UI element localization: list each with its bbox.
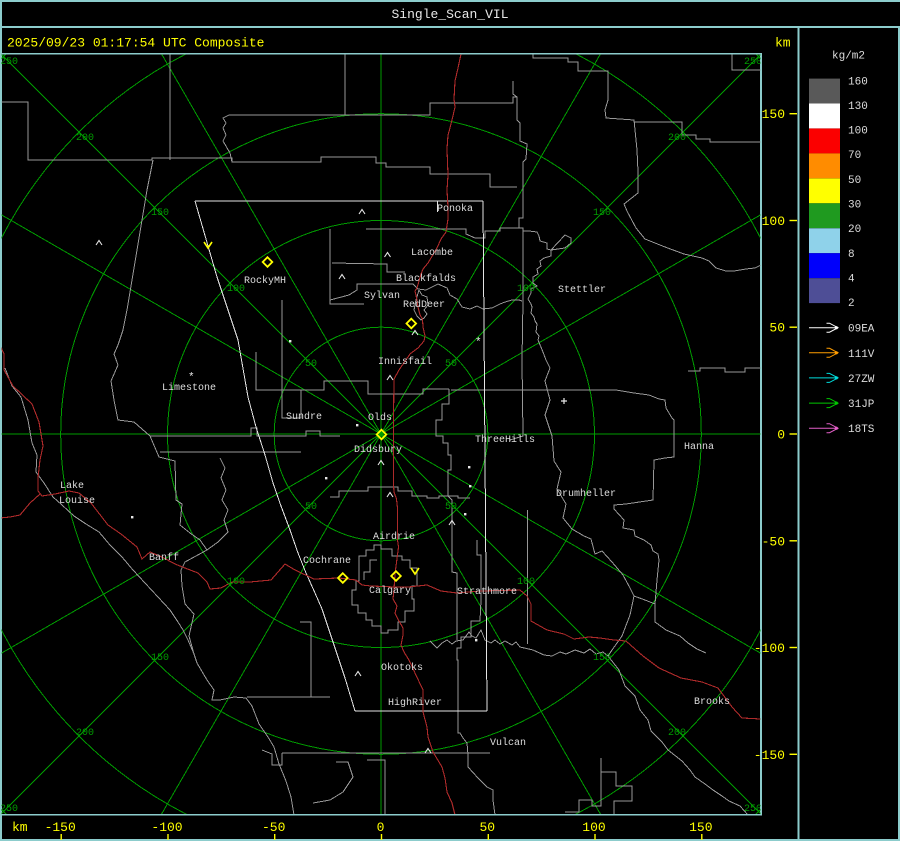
svg-text:31JP: 31JP xyxy=(848,399,875,411)
svg-text:Single_Scan_VIL: Single_Scan_VIL xyxy=(391,7,508,22)
svg-text:130: 130 xyxy=(848,101,868,113)
svg-text:HighRiver: HighRiver xyxy=(388,697,442,709)
svg-text:Didsbury: Didsbury xyxy=(354,444,402,456)
svg-text:2025/09/23 01:17:54 UTC Compos: 2025/09/23 01:17:54 UTC Composite xyxy=(7,36,264,51)
svg-text:km: km xyxy=(775,36,791,51)
svg-text:Ponoka: Ponoka xyxy=(437,203,473,215)
svg-text:*: * xyxy=(475,337,482,349)
svg-text:100: 100 xyxy=(227,577,245,588)
svg-text:0: 0 xyxy=(377,820,385,835)
svg-text:RockyMH: RockyMH xyxy=(244,275,286,287)
svg-text:-100: -100 xyxy=(754,641,785,656)
svg-text:200: 200 xyxy=(76,728,94,739)
svg-text:150: 150 xyxy=(151,653,169,664)
svg-text:100: 100 xyxy=(227,284,245,295)
svg-text:km: km xyxy=(12,820,28,835)
svg-text:Banff: Banff xyxy=(149,552,179,564)
svg-text:50: 50 xyxy=(445,502,457,513)
svg-text:ThreeHills: ThreeHills xyxy=(475,434,535,446)
svg-text:250: 250 xyxy=(744,804,762,815)
svg-text:150: 150 xyxy=(593,208,611,219)
svg-text:250: 250 xyxy=(744,57,762,68)
svg-text:70: 70 xyxy=(848,150,861,162)
svg-text:Strathmore: Strathmore xyxy=(457,586,517,598)
svg-text:Innisfail: Innisfail xyxy=(378,356,432,368)
svg-text:Vulcan: Vulcan xyxy=(490,737,526,749)
svg-text:Drumheller: Drumheller xyxy=(556,488,616,500)
svg-text:Blackfalds: Blackfalds xyxy=(396,273,456,285)
svg-text:kg/m2: kg/m2 xyxy=(832,51,865,63)
svg-text:18TS: 18TS xyxy=(848,424,875,436)
svg-text:-50: -50 xyxy=(262,820,285,835)
svg-text:Hanna: Hanna xyxy=(684,442,714,453)
svg-text:Calgary: Calgary xyxy=(369,585,411,597)
svg-text:Sylvan: Sylvan xyxy=(364,290,400,302)
svg-text:100: 100 xyxy=(848,126,868,138)
svg-text:160: 160 xyxy=(848,76,868,88)
svg-text:111V: 111V xyxy=(848,349,875,361)
svg-text:50: 50 xyxy=(445,359,457,370)
svg-text:20: 20 xyxy=(848,224,861,236)
svg-text:250: 250 xyxy=(0,57,18,68)
svg-text:100: 100 xyxy=(517,284,535,295)
svg-text:-100: -100 xyxy=(151,820,182,835)
svg-text:-50: -50 xyxy=(762,534,785,549)
svg-text:09EA: 09EA xyxy=(848,324,875,336)
svg-text:100: 100 xyxy=(762,214,785,229)
svg-text:200: 200 xyxy=(668,133,686,144)
svg-text:50: 50 xyxy=(479,820,495,835)
svg-text:Airdrie: Airdrie xyxy=(373,531,415,543)
svg-text:Lake: Lake xyxy=(60,480,84,492)
svg-text:Sundre: Sundre xyxy=(286,411,322,423)
svg-text:150: 150 xyxy=(151,208,169,219)
svg-text:100: 100 xyxy=(517,577,535,588)
svg-text:30: 30 xyxy=(848,200,861,212)
svg-text:Brooks: Brooks xyxy=(694,696,730,708)
svg-text:0: 0 xyxy=(777,428,785,443)
svg-text:50: 50 xyxy=(305,359,317,370)
svg-text:Okotoks: Okotoks xyxy=(381,662,423,674)
svg-text:Stettler: Stettler xyxy=(558,284,606,296)
svg-text:RedDeer: RedDeer xyxy=(403,299,445,311)
svg-text:Cochrane: Cochrane xyxy=(303,555,351,567)
svg-text:200: 200 xyxy=(76,133,94,144)
svg-text:Lacombe: Lacombe xyxy=(411,247,453,259)
svg-text:-150: -150 xyxy=(45,820,76,835)
svg-text:Olds: Olds xyxy=(368,412,392,424)
svg-text:8: 8 xyxy=(848,249,855,261)
svg-text:27ZW: 27ZW xyxy=(848,374,875,386)
svg-text:50: 50 xyxy=(769,321,785,336)
svg-text:Louise: Louise xyxy=(59,495,95,507)
svg-text:-150: -150 xyxy=(754,748,785,763)
svg-text:50: 50 xyxy=(305,502,317,513)
svg-text:200: 200 xyxy=(668,728,686,739)
svg-text:2: 2 xyxy=(848,298,855,310)
svg-text:150: 150 xyxy=(593,653,611,664)
svg-text:50: 50 xyxy=(848,175,861,187)
svg-text:*: * xyxy=(188,372,195,384)
svg-text:4: 4 xyxy=(848,274,855,286)
svg-text:150: 150 xyxy=(762,107,785,122)
svg-text:150: 150 xyxy=(689,820,712,835)
svg-text:250: 250 xyxy=(0,804,18,815)
svg-text:100: 100 xyxy=(582,820,605,835)
